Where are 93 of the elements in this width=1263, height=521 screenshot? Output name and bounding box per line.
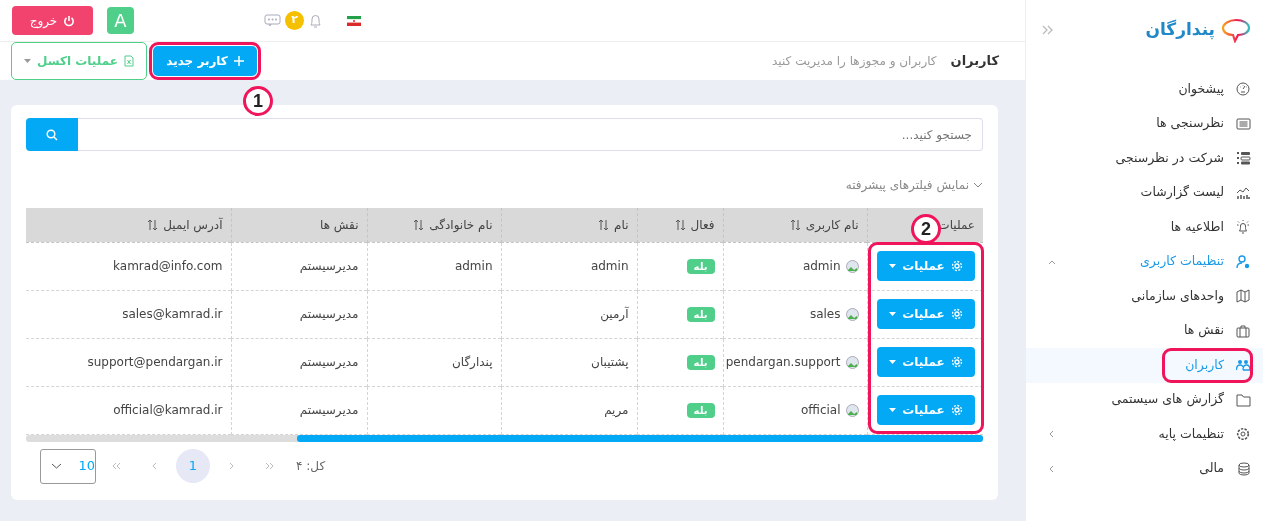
column-header[interactable]: نام کاربری xyxy=(723,208,867,242)
sidebar-item[interactable]: نقش ها xyxy=(1026,313,1263,348)
table-cell-text: support@pendargan.ir xyxy=(87,355,223,369)
table-cell-text: مدیرسیستم xyxy=(299,259,359,273)
sort-icon xyxy=(789,218,801,231)
page-title: کاربران xyxy=(950,52,999,71)
last-page-icon xyxy=(264,462,274,470)
image-icon xyxy=(845,259,859,273)
column-header[interactable]: نام خانوادگی xyxy=(367,208,501,242)
image-icon xyxy=(845,403,859,417)
excel-file-icon xyxy=(123,55,134,67)
advanced-filters-toggle[interactable]: نمایش فیلترهای پیشرفته xyxy=(845,176,983,194)
username-text: sales xyxy=(809,306,841,323)
sort-icon xyxy=(147,218,159,231)
coins-icon xyxy=(1236,461,1251,476)
search-icon xyxy=(46,128,58,141)
table-cell-text: پندارگان xyxy=(451,355,493,369)
column-header[interactable]: فعال xyxy=(637,208,723,242)
sidebar-item[interactable]: پیشخوان xyxy=(1026,72,1263,107)
active-badge: بله xyxy=(686,307,715,322)
bell-icon xyxy=(1236,220,1251,235)
first-page-icon xyxy=(112,462,122,470)
sidebar-item[interactable]: گزارش های سیستمی xyxy=(1026,382,1263,417)
flag-icon[interactable] xyxy=(347,15,361,26)
username-text: official xyxy=(800,402,841,419)
caret-icon xyxy=(889,264,897,268)
sidebar-item[interactable]: واحدهای سازمانی xyxy=(1026,279,1263,314)
table-cell-text: admin xyxy=(454,259,493,273)
gear-icon xyxy=(950,404,963,416)
username-text: pendargan.support xyxy=(725,354,841,371)
user-gear-icon xyxy=(1236,254,1251,269)
sort-icon xyxy=(598,218,610,231)
logout-button[interactable]: خروج xyxy=(12,6,93,35)
map-icon xyxy=(1236,289,1251,304)
table-cell-text: kamrad@info.com xyxy=(113,259,223,273)
page-subtitle: کاربران و مجوزها را مدیریت کنید xyxy=(772,53,937,70)
table-cell-text: admin xyxy=(590,259,629,273)
list-icon xyxy=(1236,116,1251,131)
table-cell-text: پشتیبان xyxy=(591,355,629,369)
table-cell-text: sales@kamrad.ir xyxy=(122,307,223,321)
gear-icon xyxy=(950,260,963,272)
bell-icon[interactable] xyxy=(308,12,323,29)
caret-icon xyxy=(889,408,897,412)
username-text: admin xyxy=(802,258,841,275)
sort-icon xyxy=(674,218,686,231)
table-cell-text: آرمین xyxy=(600,307,629,321)
caret-icon xyxy=(889,312,897,316)
sort-icon xyxy=(413,218,425,231)
search-button[interactable] xyxy=(26,118,78,151)
table-cell-text: مدیرسیستم xyxy=(299,355,359,369)
horizontal-scrollbar[interactable] xyxy=(26,434,983,442)
sidebar-item[interactable]: تنظیمات پایه xyxy=(1026,417,1263,452)
active-badge: بله xyxy=(686,403,715,418)
notification-badge: ۲ xyxy=(285,11,304,30)
sidebar-item[interactable]: مالی xyxy=(1026,451,1263,486)
chart-icon xyxy=(1236,185,1251,200)
sidebar-item[interactable]: نظرسنجی ها xyxy=(1026,106,1263,141)
chevron-down-icon xyxy=(51,463,62,469)
column-header: نقش ها xyxy=(231,208,367,242)
dashboard-icon xyxy=(1236,82,1251,97)
table-cell-text: مدیرسیستم xyxy=(299,307,359,321)
sidebar-item[interactable]: لیست گزارشات xyxy=(1026,175,1263,210)
caret-icon xyxy=(889,360,897,364)
briefcase-icon xyxy=(1236,323,1251,338)
sidebar-item[interactable]: شرکت در نظرسنجی xyxy=(1026,141,1263,176)
gear-icon xyxy=(950,308,963,320)
image-icon xyxy=(845,355,859,369)
chat-icon[interactable] xyxy=(264,14,281,27)
table-cell-text: مدیرسیستم xyxy=(299,403,359,417)
toggle-list-icon xyxy=(1236,151,1251,166)
total-count: کل: ۴ xyxy=(296,458,326,475)
image-icon xyxy=(845,307,859,321)
column-header[interactable]: نام xyxy=(501,208,637,242)
chevron-left-icon xyxy=(1048,464,1056,473)
plus-icon xyxy=(233,56,244,66)
sidebar-item[interactable]: اطلاعیه ها xyxy=(1026,210,1263,245)
active-badge: بله xyxy=(686,259,715,274)
active-badge: بله xyxy=(686,355,715,370)
caret-icon xyxy=(24,59,32,63)
chevron-down-icon xyxy=(973,182,983,188)
folder-icon xyxy=(1236,392,1251,407)
chevron-left-icon xyxy=(1048,430,1056,439)
settings-icon xyxy=(1236,427,1251,442)
column-header[interactable]: آدرس ایمیل xyxy=(26,208,231,242)
logo-text: پندارگان xyxy=(1145,18,1215,42)
table-cell-text: مریم xyxy=(604,403,629,417)
power-icon xyxy=(63,14,76,27)
table-cell-text: official@kamrad.ir xyxy=(113,403,223,417)
speech-bubble-logo-icon xyxy=(1221,17,1251,43)
collapse-icon[interactable] xyxy=(1042,25,1054,35)
search-field[interactable]: جستجو کنید... xyxy=(78,118,983,151)
users-icon xyxy=(1236,358,1251,373)
gear-icon xyxy=(950,356,963,368)
